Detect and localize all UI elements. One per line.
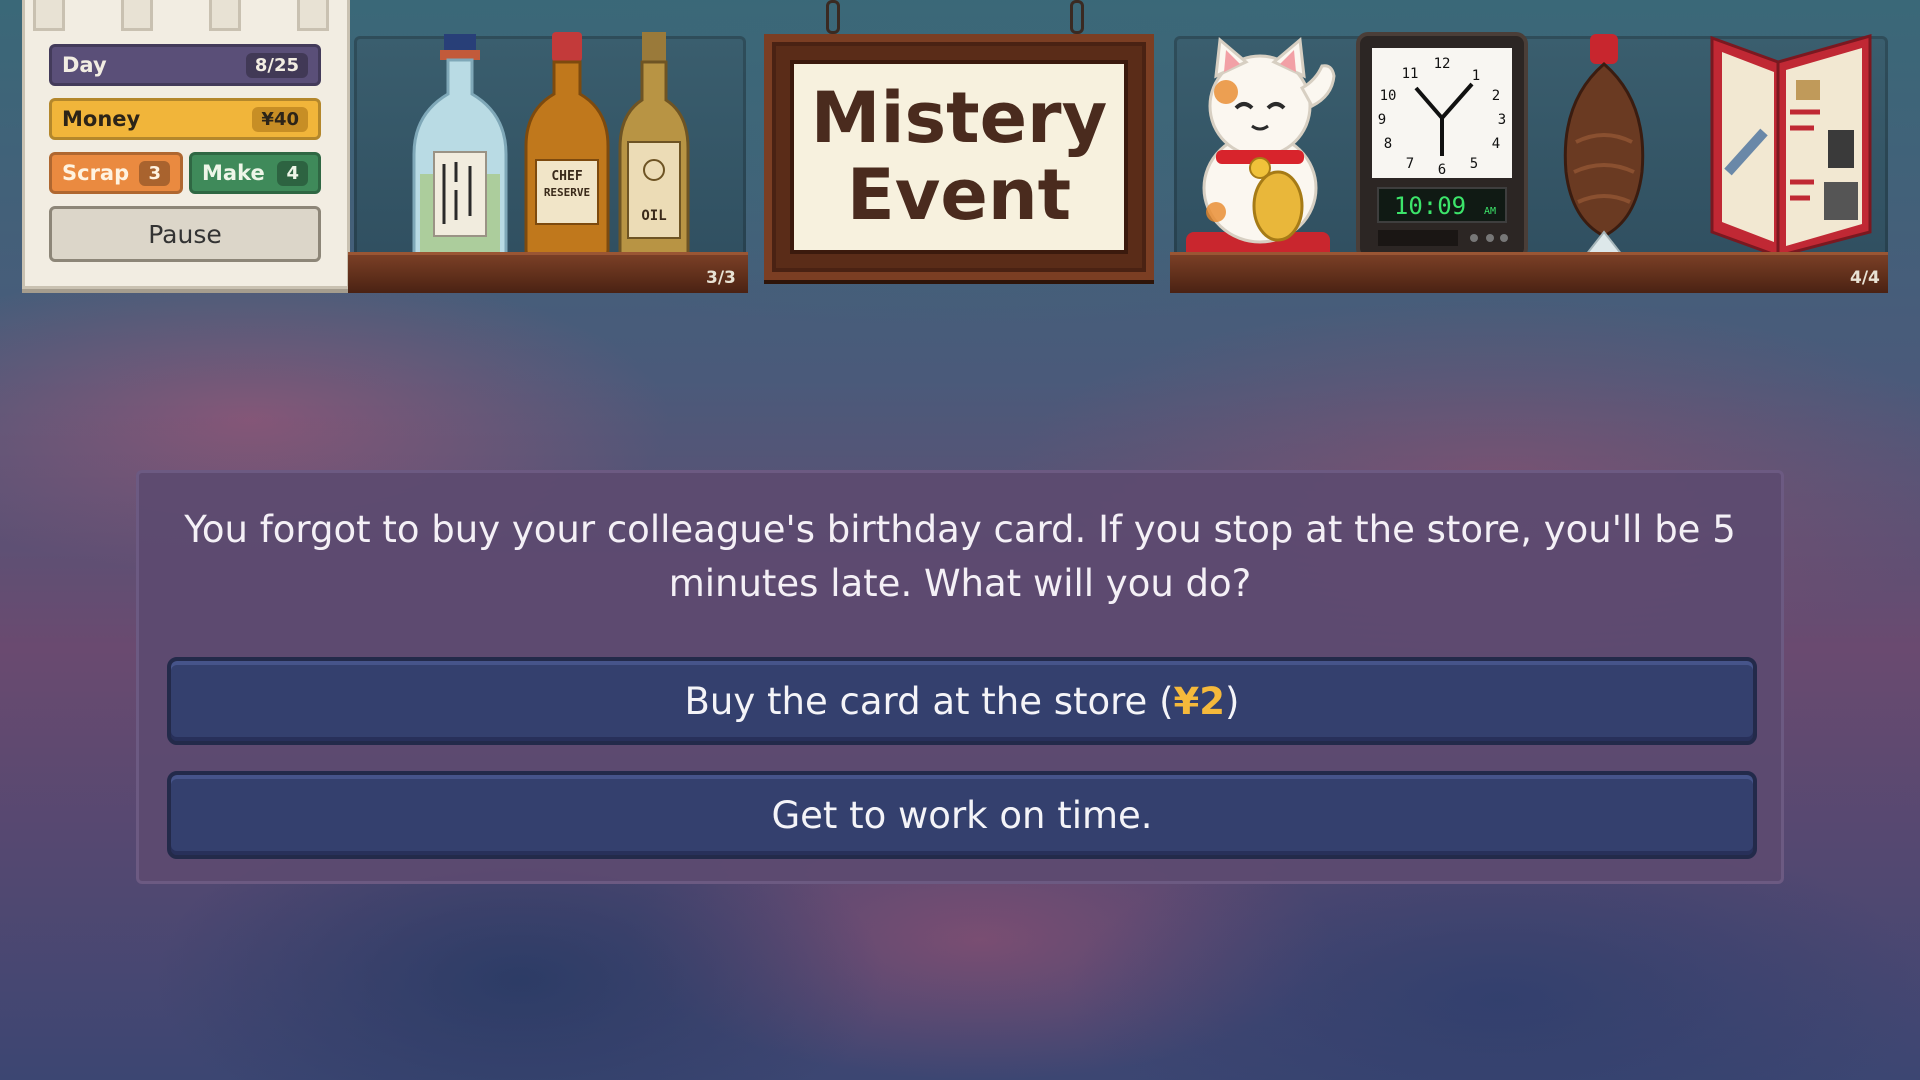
scrap-button[interactable]: Scrap 3 (49, 152, 183, 194)
svg-text:2: 2 (1492, 88, 1500, 104)
equipment-shelf-plank (1170, 252, 1888, 293)
choice-1-cost: ¥2 (1173, 679, 1226, 723)
svg-text:6: 6 (1438, 162, 1446, 178)
equipment-count: 4/4 (1850, 268, 1880, 288)
banner-tab (209, 0, 241, 31)
oil-bottle-icon[interactable]: OIL (618, 30, 690, 262)
svg-text:9: 9 (1378, 112, 1386, 128)
svg-text:10: 10 (1380, 88, 1397, 104)
choice-1-label: Buy the card at the store ( (684, 679, 1174, 723)
stats-banner: Day 8/25 Money ¥40 Scrap 3 Make 4 Pause (22, 0, 350, 289)
day-value: 8/25 (245, 52, 308, 78)
get-to-work-button[interactable]: Get to work on time. (167, 771, 1757, 859)
choice-1-close: ) (1225, 679, 1240, 723)
scrap-value: 3 (139, 160, 170, 186)
money-value: ¥40 (252, 106, 308, 132)
pause-button[interactable]: Pause (49, 206, 321, 262)
ingredient-count: 3/3 (706, 268, 736, 288)
svg-text:8: 8 (1384, 136, 1392, 152)
lucky-cat-icon[interactable] (1180, 36, 1346, 262)
event-sign: Mistery Event (764, 34, 1154, 280)
day-label: Day (62, 53, 107, 77)
svg-text:12: 12 (1434, 56, 1451, 72)
buy-card-button[interactable]: Buy the card at the store (¥2) (167, 657, 1757, 745)
ingredient-shelf-plank (348, 252, 748, 293)
svg-text:4: 4 (1492, 136, 1500, 152)
sign-chain (1070, 0, 1084, 34)
banner-tab (33, 0, 65, 31)
make-button[interactable]: Make 4 (189, 152, 321, 194)
money-label: Money (62, 107, 141, 131)
day-stat: Day 8/25 (49, 44, 321, 86)
event-prompt: You forgot to buy your colleague's birth… (184, 508, 1736, 605)
sign-chain (826, 0, 840, 34)
clock-icon[interactable]: 12 1 2 3 45 6 78 9 10 11 10:09 AM (1356, 32, 1528, 260)
clock-time: 10:09 (1394, 192, 1466, 220)
clock-ampm: AM (1484, 206, 1496, 217)
oil-label: OIL (641, 208, 666, 224)
chef-reserve-bottle-icon[interactable]: CHEF RESERVE (524, 30, 610, 262)
make-value: 4 (277, 160, 308, 186)
sign-title-line1: Mistery (810, 77, 1108, 159)
sign-title-line2: Event (846, 154, 1072, 236)
banner-tab (297, 0, 329, 31)
svg-text:11: 11 (1402, 66, 1419, 82)
recipe-book-icon[interactable] (1708, 32, 1880, 258)
banner-tab (121, 0, 153, 31)
event-panel: You forgot to buy your colleague's birth… (136, 470, 1784, 884)
chef-label-line1: CHEF (551, 169, 582, 184)
svg-text:1: 1 (1472, 68, 1480, 84)
scrap-label: Scrap (62, 161, 130, 185)
money-stat: Money ¥40 (49, 98, 321, 140)
fish-soy-sauce-icon[interactable] (1556, 32, 1652, 262)
svg-text:3: 3 (1498, 112, 1506, 128)
event-sign-board: Mistery Event (790, 60, 1128, 254)
choice-1-text: Buy the card at the store (¥2) (685, 680, 1240, 723)
svg-text:5: 5 (1470, 156, 1478, 172)
choice-2-label: Get to work on time. (771, 793, 1153, 837)
svg-text:7: 7 (1406, 156, 1414, 172)
chef-label-line2: RESERVE (544, 186, 590, 199)
make-label: Make (202, 161, 265, 185)
sake-bottle-icon[interactable] (410, 34, 510, 264)
